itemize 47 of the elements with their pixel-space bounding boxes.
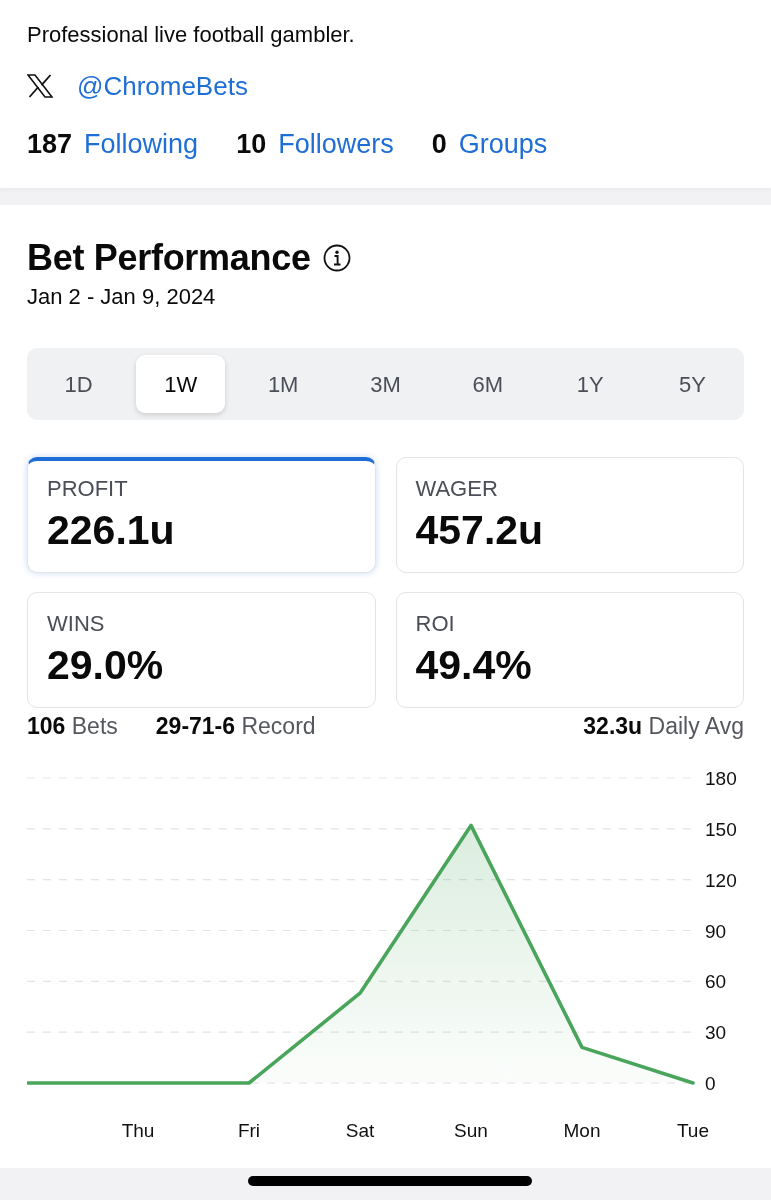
handle-link[interactable]: @ChromeBets xyxy=(77,69,248,103)
stat-link[interactable]: Followers xyxy=(278,126,394,162)
stat-count: 10 xyxy=(236,128,267,161)
stat-count: 0 xyxy=(431,128,447,161)
x-axis-label: Fri xyxy=(237,1120,261,1141)
metric-card[interactable]: PROFIT 226.1u xyxy=(27,457,376,573)
bio-text: Professional live football gambler. xyxy=(27,21,356,49)
metric-card[interactable]: ROI 49.4% xyxy=(395,592,744,708)
range-tab[interactable]: 1D xyxy=(34,355,123,413)
x-axis-label: Sat xyxy=(345,1120,375,1141)
y-axis-label: 0 xyxy=(705,1073,716,1094)
metric-value: 29.0% xyxy=(47,641,164,690)
x-axis-label: Sun xyxy=(454,1120,488,1141)
x-axis-label: Thu xyxy=(121,1120,155,1141)
x-axis-label: Tue xyxy=(677,1120,709,1141)
metric-value: 226.1u xyxy=(47,506,175,555)
metric-label: WAGER xyxy=(415,475,498,503)
summary-stat: 29-71-6 Record xyxy=(155,712,316,741)
range-tab[interactable]: 1Y xyxy=(545,355,635,413)
range-tab[interactable]: 5Y xyxy=(647,355,737,413)
y-axis-label: 60 xyxy=(705,971,727,993)
x-logo-icon xyxy=(27,74,53,98)
summary-stat: 32.3u Daily Avg xyxy=(583,712,744,741)
y-axis-label: 90 xyxy=(705,920,727,942)
y-axis-label: 30 xyxy=(705,1022,727,1044)
metric-value: 457.2u xyxy=(415,506,544,555)
summary-stat: 106 Bets xyxy=(27,712,118,741)
date-range: Jan 2 - Jan 9, 2024 xyxy=(27,283,217,311)
metric-label: ROI xyxy=(415,610,455,638)
range-tab[interactable]: 6M xyxy=(443,355,533,413)
metric-label: WINS xyxy=(47,610,105,638)
stat-count: 187 xyxy=(27,128,73,161)
metric-card[interactable]: WAGER 457.2u xyxy=(395,457,744,573)
range-tab[interactable]: 1W xyxy=(136,355,226,413)
y-axis-label: 180 xyxy=(705,768,737,789)
metric-label: PROFIT xyxy=(47,475,128,503)
metric-value: 49.4% xyxy=(415,641,532,690)
range-tab[interactable]: 3M xyxy=(341,355,430,413)
stat-link[interactable]: Groups xyxy=(458,126,548,162)
x-axis-label: Mon xyxy=(563,1120,601,1141)
y-axis-label: 120 xyxy=(705,869,737,891)
section-title: Bet Performance xyxy=(27,236,311,280)
range-tab[interactable]: 1M xyxy=(238,355,328,413)
stat-link[interactable]: Following xyxy=(84,126,199,162)
info-icon[interactable] xyxy=(322,244,351,272)
metric-card[interactable]: WINS 29.0% xyxy=(27,592,376,708)
y-axis-label: 150 xyxy=(705,818,737,840)
